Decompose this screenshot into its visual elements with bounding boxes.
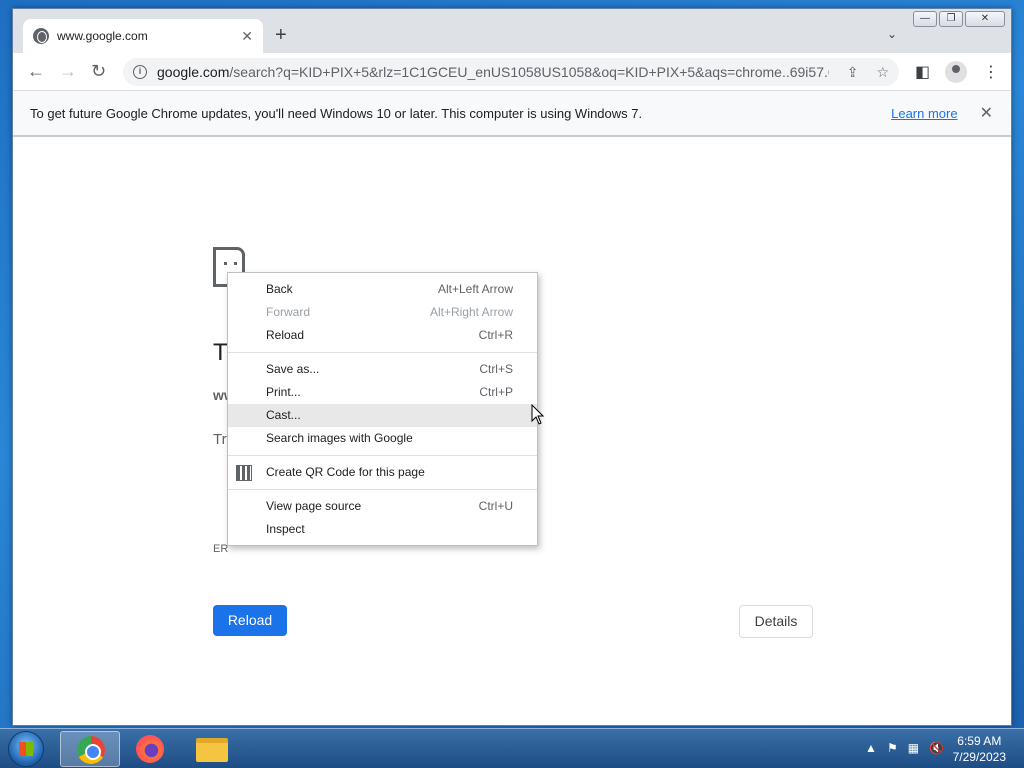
taskbar-chrome[interactable] [60,731,120,767]
taskbar-explorer[interactable] [182,731,242,767]
menu-shortcut: Ctrl+R [478,328,513,342]
start-button[interactable] [8,731,44,767]
update-infobar: To get future Google Chrome updates, you… [13,91,1011,137]
menu-label: Back [266,282,293,296]
menu-label: View page source [266,499,362,513]
url-text[interactable]: google.com/search?q=KID+PIX+5&rlz=1C1GCE… [157,64,829,80]
clock[interactable]: 6:59 AM 7/29/2023 [953,733,1006,765]
menu-item-qr-code[interactable]: Create QR Code for this page [228,461,537,484]
clock-time: 6:59 AM [957,734,1002,748]
bookmark-star-icon[interactable]: ☆ [876,64,889,81]
close-window-button[interactable]: ✕ [965,11,1005,27]
clock-date: 7/29/2023 [952,750,1006,764]
menu-shortcut: Ctrl+P [479,385,513,399]
tab-title: www.google.com [57,29,148,43]
details-button[interactable]: Details [739,605,813,638]
menu-shortcut: Ctrl+S [479,362,513,376]
system-tray: ▲ ⚑ ▦ 🔇 [865,741,944,755]
menu-label: Forward [266,305,311,319]
url-path: /search?q=KID+PIX+5&rlz=1C1GCEU_enUS1058… [229,64,829,80]
new-tab-button[interactable]: + [275,25,287,45]
error-code: ER [213,543,229,555]
chrome-icon [77,736,105,764]
menu-shortcut: Alt+Right Arrow [429,305,513,319]
taskbar: ▲ ⚑ ▦ 🔇 6:59 AM 7/29/2023 [0,728,1024,768]
menu-item-cast[interactable]: Cast... [228,404,537,427]
menu-label: Inspect [266,522,305,536]
taskbar-firefox[interactable] [120,731,180,767]
site-info-icon[interactable]: i [133,65,147,79]
address-bar[interactable]: i google.com/search?q=KID+PIX+5&rlz=1C1G… [123,58,899,86]
menu-shortcut: Ctrl+U [478,499,513,513]
learn-more-link[interactable]: Learn more [891,106,957,121]
menu-label: Cast... [266,408,301,422]
tab-search-icon[interactable]: ⌄ [887,27,897,41]
show-hidden-icons-arrow[interactable]: ▲ [865,741,877,755]
reload-page-button[interactable]: Reload [213,605,287,636]
menu-item-back[interactable]: Back Alt+Left Arrow [228,278,537,301]
menu-shortcut: Alt+Left Arrow [437,282,513,296]
network-icon[interactable]: ▦ [908,741,919,755]
side-panel-icon[interactable]: ◧ [915,62,930,82]
menu-separator [228,455,537,456]
mouse-cursor-icon [531,404,545,425]
infobar-message: To get future Google Chrome updates, you… [30,105,643,121]
menu-item-inspect[interactable]: Inspect [228,518,537,541]
firefox-icon [136,735,164,763]
menu-label: Reload [266,328,305,342]
toolbar: ← → ↻ i google.com/search?q=KID+PIX+5&rl… [13,53,1011,91]
back-button[interactable]: ← [27,61,45,81]
tab-strip: www.google.com ✕ + ⌄ — ❐ ✕ [13,9,1011,53]
error-title: T [213,339,228,366]
menu-item-print[interactable]: Print... Ctrl+P [228,381,537,404]
menu-item-save-as[interactable]: Save as... Ctrl+S [228,358,537,381]
menu-item-search-images[interactable]: Search images with Google [228,427,537,450]
chrome-menu-icon[interactable]: ⋮ [983,62,999,82]
menu-item-view-source[interactable]: View page source Ctrl+U [228,495,537,518]
folder-icon [196,738,228,762]
globe-icon [33,28,49,44]
menu-label: Create QR Code for this page [266,465,425,479]
tab-close-icon[interactable]: ✕ [241,28,253,45]
url-host: google.com [157,64,230,80]
menu-separator [228,352,537,353]
window-controls: — ❐ ✕ [913,11,1005,27]
share-icon[interactable]: ⇪ [847,64,859,81]
action-center-icon[interactable]: ⚑ [887,741,898,755]
qr-code-icon [236,465,252,481]
menu-label: Search images with Google [266,431,413,445]
menu-item-forward[interactable]: Forward Alt+Right Arrow [228,301,537,324]
menu-label: Save as... [266,362,320,376]
context-menu: Back Alt+Left Arrow Forward Alt+Right Arro… [227,272,538,546]
volume-muted-icon[interactable]: 🔇 [929,741,944,755]
menu-separator [228,489,537,490]
menu-item-reload[interactable]: Reload Ctrl+R [228,324,537,347]
menu-label: Print... [266,385,301,399]
profile-avatar[interactable] [945,61,967,83]
reload-button[interactable]: ↻ [91,61,106,81]
restore-button[interactable]: ❐ [939,11,963,27]
forward-button[interactable]: → [59,61,77,81]
tab-google[interactable]: www.google.com ✕ [23,19,263,53]
minimize-button[interactable]: — [913,11,937,27]
infobar-close-icon[interactable]: ✕ [980,103,993,123]
